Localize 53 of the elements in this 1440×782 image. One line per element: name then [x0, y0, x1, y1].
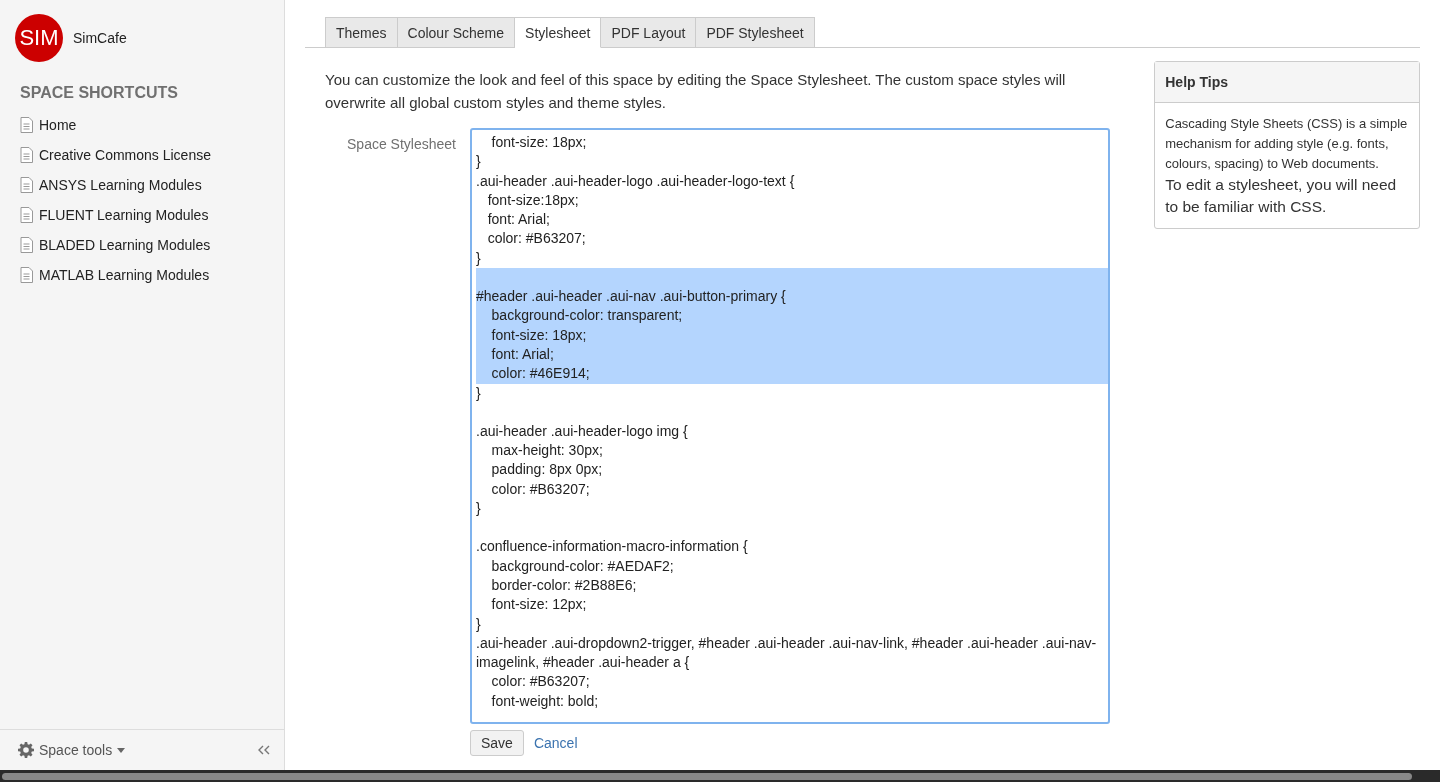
- tab[interactable]: Stylesheet: [515, 17, 602, 48]
- code-line: .aui-header .aui-header-logo img {: [476, 421, 689, 441]
- tab[interactable]: PDF Stylesheet: [696, 17, 815, 48]
- code-line: .confluence-information-macro-information {: [476, 537, 749, 557]
- scrollbar-thumb[interactable]: [2, 772, 1412, 780]
- help-text: Cascading Style Sheets (CSS) is a simple mechanism for adding style (e.g. fonts, colours, spacing) to Web documents.: [1164, 115, 1409, 173]
- help-note: To edit a stylesheet, you will need to be familiar with CSS.: [1164, 175, 1398, 217]
- sidebar-item[interactable]: BLADED Learning Modules: [0, 230, 284, 260]
- sidebar-item[interactable]: MATLAB Learning Modules: [0, 260, 284, 290]
- field-label: Space Stylesheet: [346, 135, 456, 154]
- tab[interactable]: Themes: [325, 17, 398, 48]
- cancel-link[interactable]: Cancel: [533, 735, 578, 751]
- sidebar-heading: SPACE SHORTCUTS: [20, 84, 179, 102]
- space-tools-button[interactable]: Space tools: [18, 742, 126, 758]
- intro-text: You can customize the look and feel of this space by editing the Space Stylesheet. The custom space styles will overwrite all global custom styles and theme styles.: [325, 70, 1067, 113]
- sidebar-item[interactable]: ANSYS Learning Modules: [0, 170, 284, 200]
- code-line: font-weight: bold;: [490, 691, 600, 711]
- space-name[interactable]: SimCafe: [73, 30, 127, 46]
- sidebar-item[interactable]: FLUENT Learning Modules: [0, 200, 284, 230]
- tab[interactable]: Colour Scheme: [397, 17, 516, 48]
- caret-icon: [117, 747, 126, 753]
- code-line: padding: 8px 0px;: [490, 460, 604, 480]
- code-line: font-size: 18px;: [490, 133, 588, 152]
- code-line: color: #B63207;: [490, 672, 591, 692]
- page-icon: [20, 237, 33, 253]
- code-line: font-size: 12px;: [490, 595, 588, 615]
- save-button[interactable]: Save: [470, 730, 524, 756]
- space-logo[interactable]: SIM: [15, 14, 63, 62]
- code-line: .aui-header .aui-header-logo .aui-header-logo-text {: [476, 171, 796, 191]
- sidebar-item[interactable]: Creative Commons License: [0, 140, 284, 170]
- code-line: font-size:18px;: [486, 190, 580, 210]
- sidebar-item[interactable]: Home: [0, 110, 284, 140]
- page-icon: [20, 147, 33, 163]
- help-title: Help Tips: [1155, 62, 1419, 103]
- stylesheet-editor[interactable]: [470, 128, 1110, 724]
- code-line: }: [476, 383, 482, 403]
- code-line: }: [476, 614, 482, 634]
- code-line: background-color: #AEDAF2;: [490, 556, 675, 576]
- code-line: font: Arial;: [486, 210, 551, 230]
- double-chevron-icon: [258, 745, 270, 755]
- page-icon: [20, 177, 33, 193]
- tab[interactable]: PDF Layout: [601, 17, 697, 48]
- code-line: }: [476, 248, 482, 268]
- code-line: }: [476, 499, 482, 519]
- code-line: border-color: #2B88E6;: [490, 575, 638, 595]
- code-line: color: #B63207;: [490, 479, 591, 499]
- page-icon: [20, 207, 33, 223]
- page-icon: [20, 117, 33, 133]
- code-line: }: [476, 152, 482, 172]
- settings-icon: [18, 742, 34, 758]
- code-line: max-height: 30px;: [490, 441, 604, 461]
- page-icon: [20, 267, 33, 283]
- code-line: color: #B63207;: [486, 229, 587, 249]
